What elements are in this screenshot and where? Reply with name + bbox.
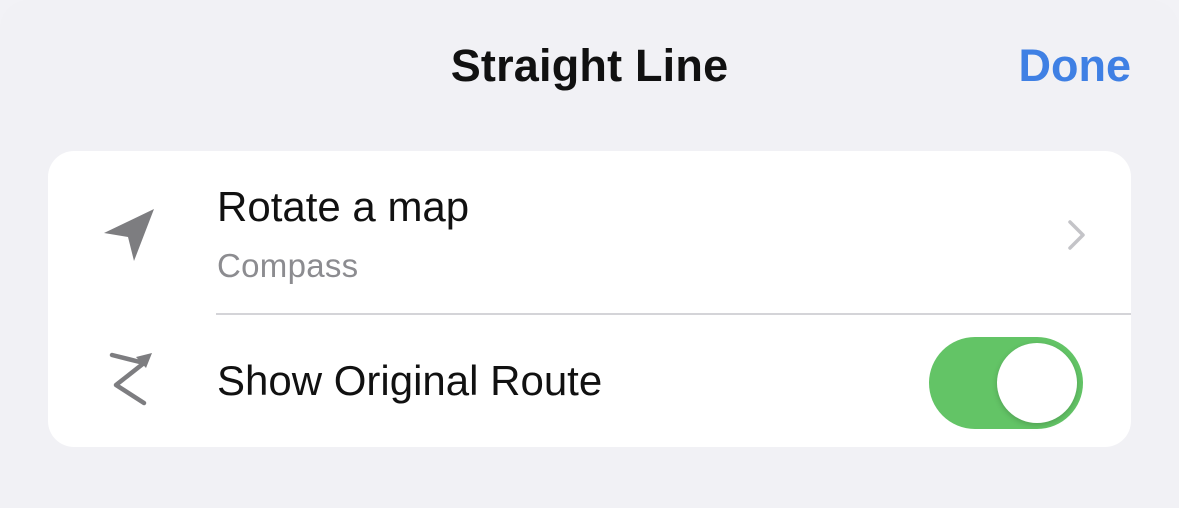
done-button[interactable]: Done xyxy=(1019,40,1132,92)
rotate-map-value: Compass xyxy=(217,247,359,284)
chevron-right-icon xyxy=(1068,220,1085,250)
rotate-map-label: Rotate a map xyxy=(217,183,470,230)
show-original-route-label: Show Original Route xyxy=(217,357,603,404)
page-title: Straight Line xyxy=(450,40,729,91)
rotate-map-row[interactable]: Rotate a map Compass xyxy=(48,151,1131,314)
route-zigzag-icon xyxy=(109,352,152,406)
show-original-route-row: Show Original Route xyxy=(48,314,1131,447)
show-original-route-toggle[interactable] xyxy=(929,337,1083,429)
settings-card: Rotate a map Compass Show Original Route xyxy=(48,151,1131,447)
toggle-knob xyxy=(997,343,1077,423)
settings-sheet: Straight Line Done Rotate a map Compass … xyxy=(0,0,1179,508)
location-arrow-icon xyxy=(104,209,154,261)
